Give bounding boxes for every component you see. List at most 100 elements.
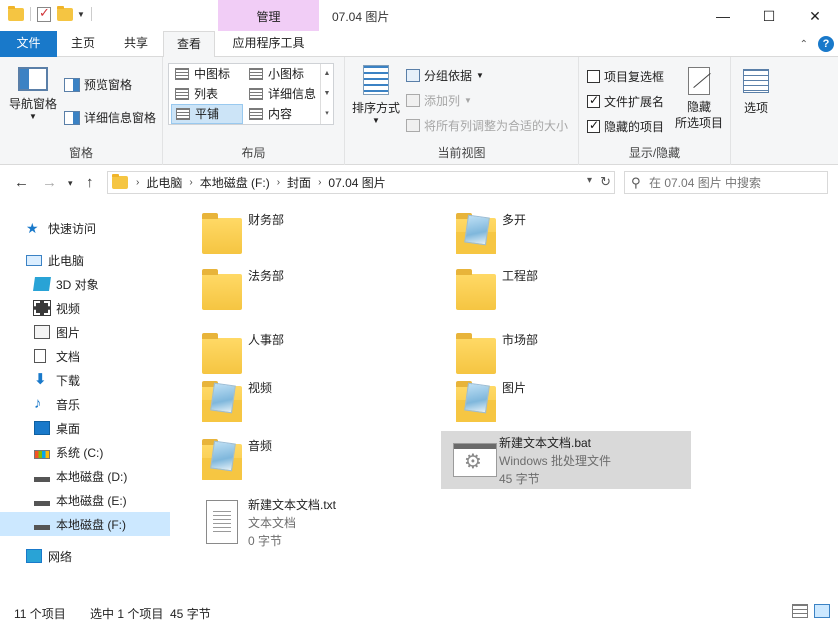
options-label: 选项 (743, 101, 768, 115)
network-icon (26, 549, 42, 563)
sidebar-item-documents[interactable]: 文档 (0, 344, 170, 368)
hide-selected-button[interactable]: 隐藏 所选项目 (671, 67, 727, 131)
file-type: Windows 批处理文件 (499, 454, 612, 468)
file-extensions-label: 文件扩展名 (604, 95, 665, 109)
add-columns-button[interactable]: 添加列 ▼ (406, 92, 472, 109)
list-item-folder[interactable]: 工程部 (444, 262, 694, 320)
sidebar-item-label: 下载 (56, 373, 81, 388)
layout-list[interactable]: 列表 (171, 84, 243, 104)
text-file-icon (196, 498, 244, 546)
back-arrow-icon[interactable]: ← (14, 174, 29, 191)
address-history-icon[interactable]: ▾ (587, 175, 592, 186)
sidebar-item-music[interactable]: ♪ 音乐 (0, 392, 170, 416)
collapse-ribbon-icon[interactable]: ⌃ (800, 39, 808, 50)
sidebar-item-downloads[interactable]: ⬇ 下载 (0, 368, 170, 392)
layout-small-icons[interactable]: 小图标 (245, 64, 319, 84)
sidebar-item-pictures[interactable]: 图片 (0, 320, 170, 344)
address-box[interactable]: › 此电脑 › 本地磁盘 (F:) › 封面 › 07.04 图片 ▾ ↻ (107, 171, 615, 194)
chevron-right-icon[interactable]: › (275, 177, 282, 188)
chevron-right-icon[interactable]: › (187, 177, 194, 188)
fit-columns-button[interactable]: 将所有列调整为合适的大小 (406, 117, 568, 134)
list-item-txt-file[interactable]: 新建文本文档.txt 文本文档 0 字节 (190, 494, 440, 554)
file-name: 多开 (502, 213, 527, 227)
nav-pane-button[interactable]: 导航窗格 ▼ (6, 67, 60, 121)
breadcrumb-this-pc[interactable]: 此电脑 (141, 174, 187, 191)
folder-icon (196, 266, 244, 314)
status-bar: 11 个项目 选中 1 个项目 45 字节 (0, 600, 838, 625)
list-item-folder[interactable]: 音频 (190, 432, 440, 490)
options-button[interactable]: 选项 (736, 69, 776, 116)
forward-arrow-icon[interactable]: → (42, 174, 57, 191)
properties-check-icon[interactable] (37, 5, 53, 22)
list-item-bat-file[interactable]: ⚙ 新建文本文档.bat Windows 批处理文件 45 字节 (441, 431, 691, 489)
tab-view[interactable]: 查看 (163, 31, 215, 58)
nav-pane-icon (18, 67, 48, 91)
search-input[interactable] (649, 174, 823, 191)
chevron-right-icon[interactable]: › (316, 177, 323, 188)
help-icon[interactable]: ? (818, 36, 834, 52)
list-item-folder[interactable]: 财务部 (190, 206, 440, 264)
refresh-icon[interactable]: ↻ (600, 174, 611, 190)
sidebar-item-drive-d[interactable]: 本地磁盘 (D:) (0, 464, 170, 488)
sidebar-item-desktop[interactable]: 桌面 (0, 416, 170, 440)
details-pane-button[interactable]: 详细信息窗格 (64, 109, 156, 126)
list-item-folder[interactable]: 视频 (190, 374, 440, 432)
large-icons-view-icon[interactable] (814, 604, 830, 618)
group-by-button[interactable]: 分组依据 ▼ (406, 67, 484, 84)
layout-gallery-scroll[interactable]: ▲ ▼ ▾ (320, 64, 333, 124)
breadcrumb-cover[interactable]: 封面 (282, 174, 316, 191)
file-type: 文本文档 (248, 516, 297, 530)
hidden-items-label: 隐藏的项目 (604, 120, 665, 134)
star-icon: ★ (26, 220, 39, 236)
group-panes: 导航窗格 ▼ 预览窗格 详细信息窗格 窗格 (0, 57, 163, 165)
sort-by-label: 排序方式 (351, 101, 400, 115)
file-extensions-toggle[interactable]: 文件扩展名 (587, 93, 664, 110)
chevron-down-icon[interactable]: ▼ (77, 10, 85, 19)
list-icon (175, 88, 189, 100)
up-arrow-icon[interactable]: ↑ (86, 174, 94, 191)
details-pane-icon (64, 110, 80, 125)
layout-tiles[interactable]: 平铺 (171, 104, 243, 124)
sidebar-item-drive-f[interactable]: 本地磁盘 (F:) (0, 512, 170, 536)
tab-home[interactable]: 主页 (57, 31, 109, 57)
chevron-right-icon[interactable]: › (134, 177, 141, 188)
checkbox[interactable] (587, 118, 600, 133)
preview-pane-button[interactable]: 预览窗格 (64, 76, 132, 93)
sidebar-item-drive-c[interactable]: 系统 (C:) (0, 440, 170, 464)
checkbox[interactable] (587, 70, 600, 83)
tab-share[interactable]: 共享 (109, 31, 163, 57)
file-name: 新建文本文档.bat (499, 436, 592, 450)
sidebar-item-quick-access[interactable]: ★ 快速访问 (0, 216, 170, 240)
file-size: 45 字节 (499, 472, 540, 486)
sort-by-button[interactable]: 排序方式 ▼ (349, 65, 403, 125)
breadcrumb-drive-f[interactable]: 本地磁盘 (F:) (195, 174, 275, 191)
search-box[interactable]: ⚲ (624, 171, 828, 194)
minimize-button[interactable]: — (700, 0, 746, 32)
details-view-icon[interactable] (792, 604, 808, 618)
checkbox[interactable] (587, 93, 600, 108)
sidebar-item-3d-objects[interactable]: 3D 对象 (0, 272, 170, 296)
sidebar-item-network[interactable]: 网络 (0, 544, 170, 568)
layout-medium-icons[interactable]: 中图标 (171, 64, 243, 84)
list-item-folder[interactable]: 多开 (444, 206, 694, 264)
sidebar-item-drive-e[interactable]: 本地磁盘 (E:) (0, 488, 170, 512)
new-folder-icon[interactable] (57, 6, 73, 22)
tab-file[interactable]: 文件 (0, 31, 57, 57)
close-button[interactable]: ✕ (792, 0, 838, 32)
breadcrumb-current[interactable]: 07.04 图片 (323, 174, 390, 191)
sidebar-item-videos[interactable]: 视频 (0, 296, 170, 320)
folder-icon (450, 266, 498, 314)
hidden-items-toggle[interactable]: 隐藏的项目 (587, 118, 664, 135)
list-item-folder[interactable]: 法务部 (190, 262, 440, 320)
sidebar-item-this-pc[interactable]: 此电脑 (0, 248, 170, 272)
tab-app-tools[interactable]: 应用程序工具 (218, 31, 319, 57)
folder-icon (196, 210, 244, 258)
item-checkboxes-toggle[interactable]: 项目复选框 (587, 68, 664, 85)
details-pane-label: 详细信息窗格 (84, 111, 157, 125)
maximize-button[interactable]: ☐ (746, 0, 792, 32)
list-item-folder[interactable]: 图片 (444, 374, 694, 432)
layout-label: 平铺 (195, 107, 220, 121)
recent-locations-icon[interactable]: ▾ (68, 178, 73, 189)
layout-content[interactable]: 内容 (245, 104, 319, 124)
layout-details[interactable]: 详细信息 (245, 84, 319, 104)
